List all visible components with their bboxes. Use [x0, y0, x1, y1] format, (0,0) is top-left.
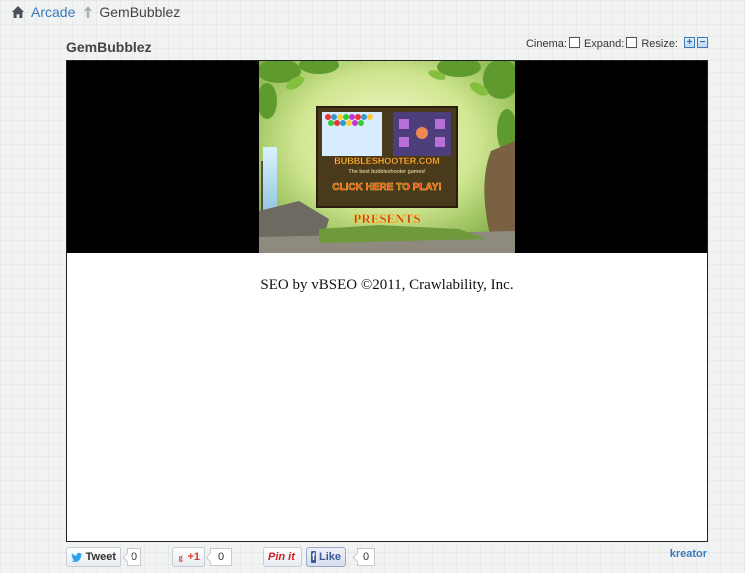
cinema-label: Cinema:: [525, 38, 567, 50]
pinterest-button[interactable]: Pin it: [263, 547, 302, 567]
breadcrumb: Arcade GemBubblez: [12, 4, 180, 20]
expand-checkbox[interactable]: [626, 36, 638, 48]
author-link[interactable]: kreator: [670, 548, 707, 560]
display-controls: Cinema: Expand: Resize: + −: [525, 36, 708, 50]
banner-play-cta[interactable]: CLICK HERE TO PLAY!: [332, 182, 442, 194]
tweet-label: Tweet: [85, 551, 116, 563]
cinema-checkbox[interactable]: [568, 36, 580, 48]
google-plus-label: +1: [187, 551, 200, 563]
breadcrumb-arrow-icon: [84, 6, 93, 18]
tweet-button[interactable]: Tweet: [66, 547, 121, 567]
pinit-label: Pin it: [268, 551, 295, 563]
banner-site-name: BUBBLESHOOTER.COM: [334, 156, 440, 166]
banner-presents: PRESENTS: [353, 211, 420, 226]
tweet-count: 0: [122, 548, 141, 566]
facebook-f-icon: f: [311, 551, 316, 563]
google-plus-button[interactable]: g +1: [172, 547, 205, 567]
home-icon[interactable]: [12, 6, 24, 18]
facebook-like-label: Like: [318, 551, 341, 563]
shrink-button[interactable]: −: [697, 36, 708, 48]
svg-text:g: g: [179, 553, 184, 562]
resize-label: Resize:: [641, 38, 678, 50]
twitter-bird-icon: [71, 552, 83, 562]
banner-tagline: The best bubbleshooter games!: [348, 169, 426, 175]
expand-label: Expand:: [583, 38, 625, 50]
google-g-icon: g: [179, 553, 184, 562]
breadcrumb-arcade-link[interactable]: Arcade: [31, 4, 75, 20]
facebook-like-count: 0: [352, 548, 375, 566]
enlarge-button[interactable]: +: [684, 36, 695, 48]
google-plus-count: 0: [205, 548, 232, 566]
game-panel: BUBBLESHOOTER.COM The best bubbleshooter…: [66, 60, 708, 542]
banner-illustration: BUBBLESHOOTER.COM The best bubbleshooter…: [259, 61, 515, 253]
share-bar: Tweet 0 g +1 0 Pin it f Like 0 kreator: [66, 547, 711, 569]
seo-credit: SEO by vBSEO ©2011, Crawlability, Inc.: [260, 277, 514, 293]
breadcrumb-current: GemBubblez: [99, 4, 181, 20]
game-title: GemBubblez: [66, 39, 152, 55]
facebook-like-button[interactable]: f Like: [306, 547, 346, 567]
game-banner[interactable]: BUBBLESHOOTER.COM The best bubbleshooter…: [259, 61, 515, 253]
